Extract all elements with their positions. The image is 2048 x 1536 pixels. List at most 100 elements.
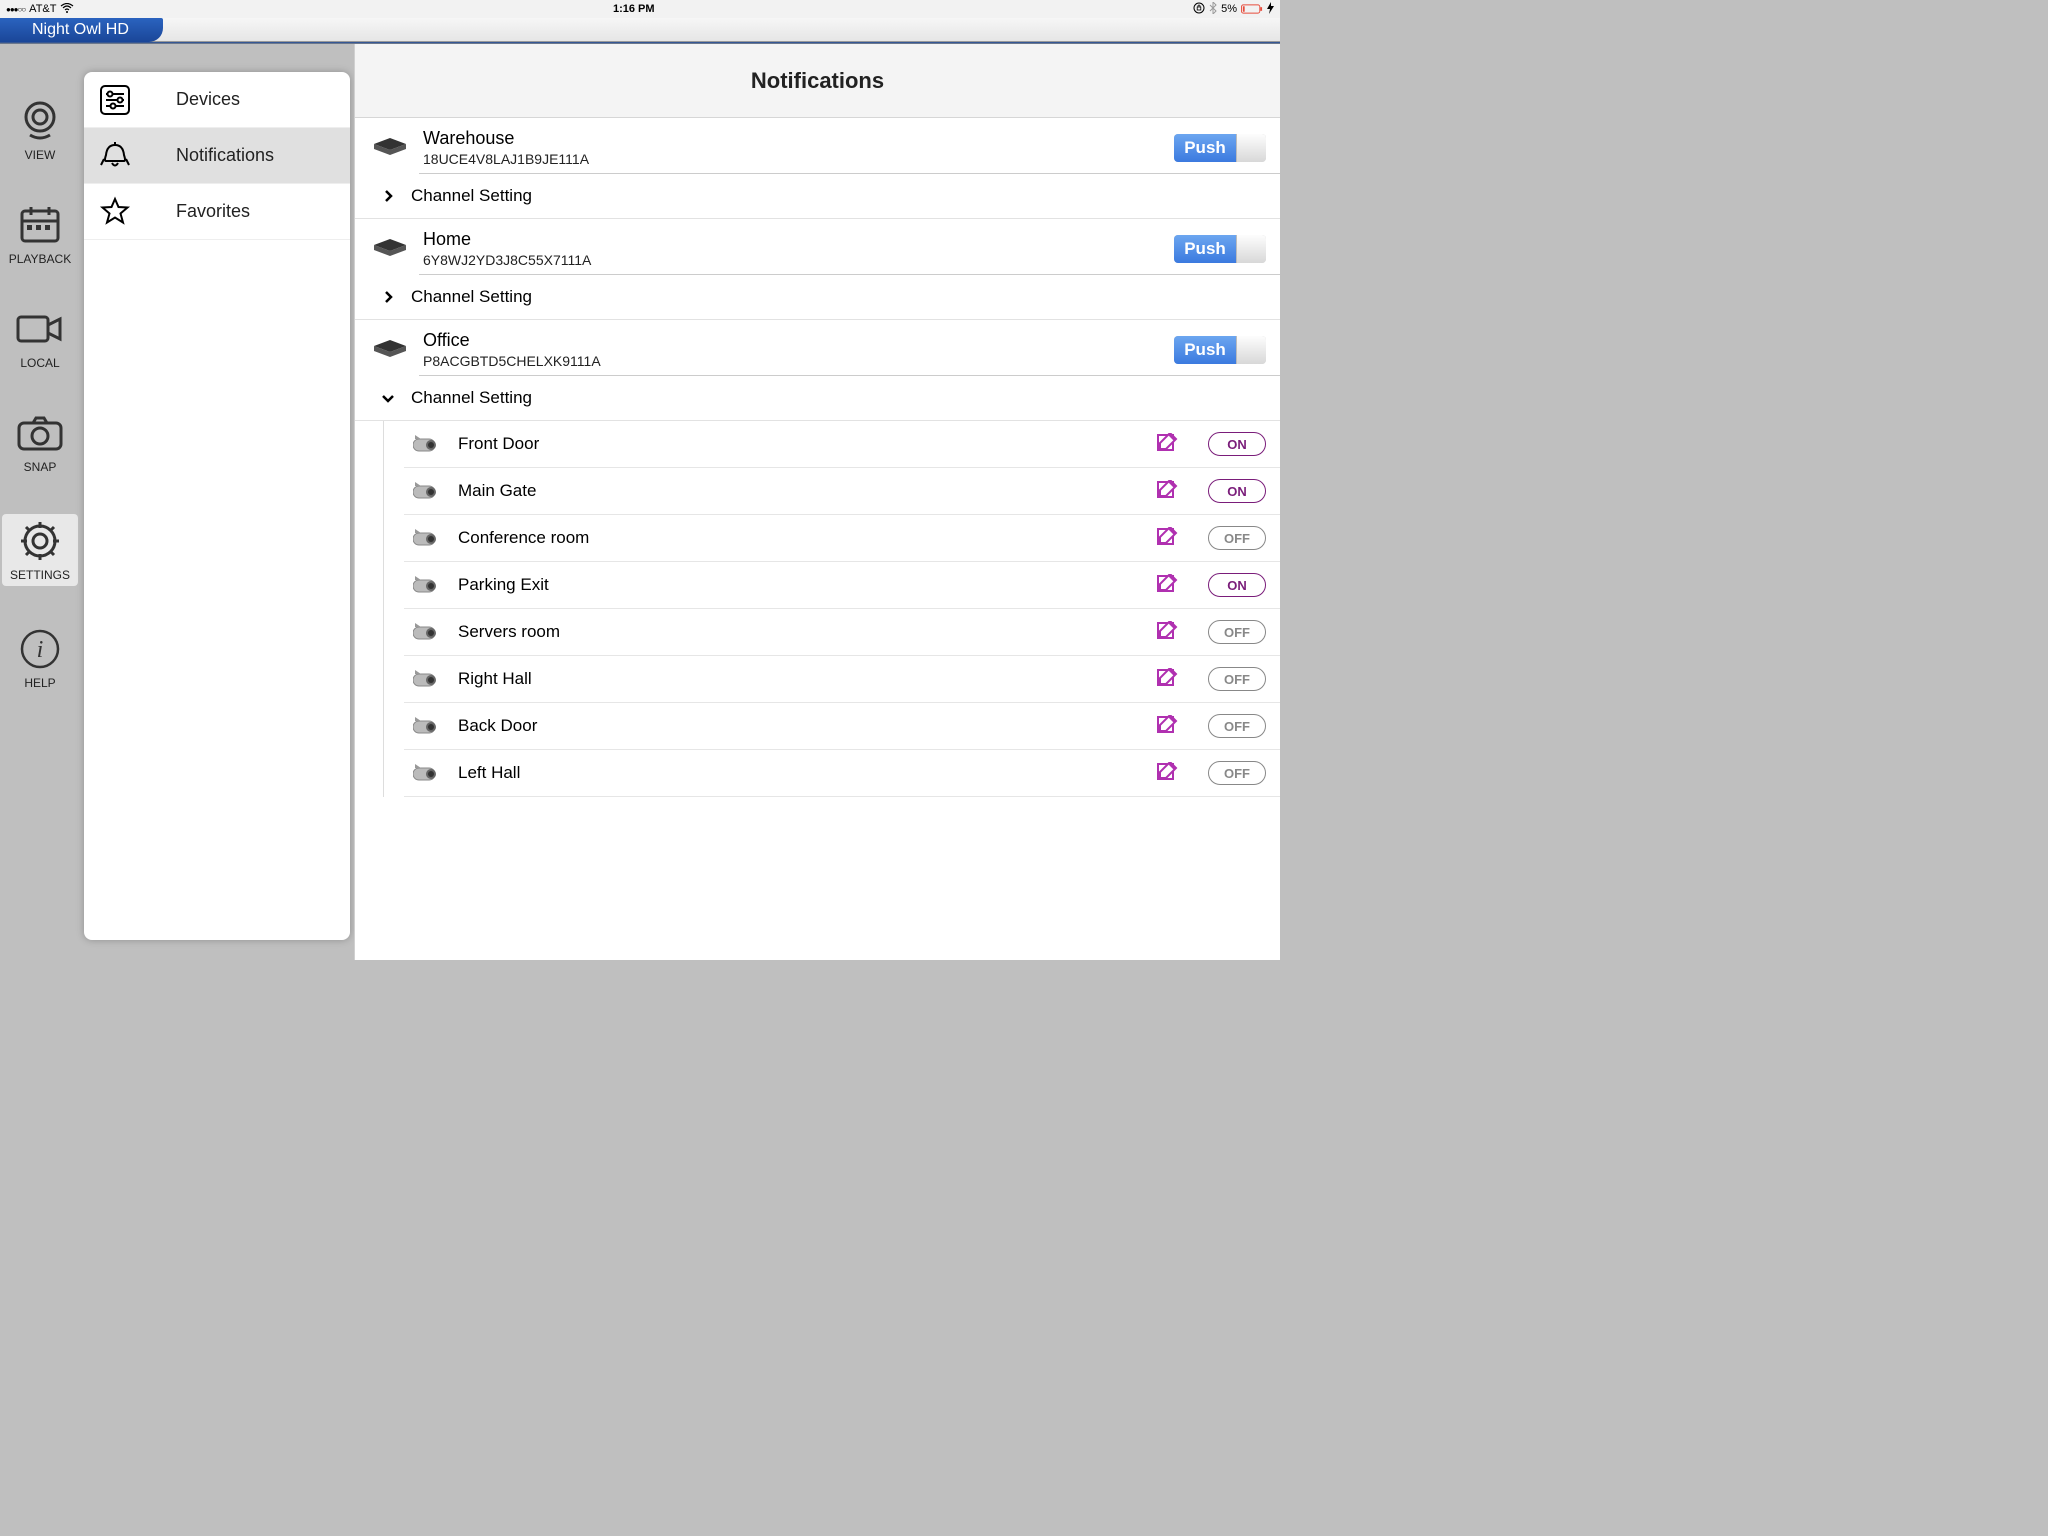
device-id: 6Y8WJ2YD3J8C55X7111A [423, 252, 1174, 268]
channel-state-toggle[interactable]: OFF [1208, 620, 1266, 644]
camera-eye-icon [14, 98, 66, 144]
channel-state-toggle[interactable]: ON [1208, 479, 1266, 503]
edit-button[interactable] [1154, 431, 1180, 457]
camera-icon [412, 479, 446, 503]
edit-button[interactable] [1154, 619, 1180, 645]
edit-button[interactable] [1154, 525, 1180, 551]
camera-icon [412, 526, 446, 550]
channel-setting-label: Channel Setting [411, 388, 532, 408]
nav-label: SETTINGS [10, 568, 70, 582]
channel-row: Front Door ON [404, 421, 1280, 468]
channel-setting-toggle[interactable]: Channel Setting [355, 376, 1280, 421]
app-header: HD Night Owl HD [0, 18, 1280, 42]
edit-button[interactable] [1154, 760, 1180, 786]
charging-icon [1267, 2, 1274, 17]
nav-snap[interactable]: SNAP [2, 410, 78, 474]
channel-row: Conference room OFF [404, 515, 1280, 562]
status-bar: ●●●○○ AT&T 1:16 PM 5% [0, 0, 1280, 18]
nav-playback[interactable]: PLAYBACK [2, 202, 78, 266]
device-row: Office P8ACGBTD5CHELXK9111APush [355, 320, 1280, 375]
wifi-icon [60, 3, 74, 16]
channel-name: Left Hall [458, 763, 1154, 783]
channel-row: Parking Exit ON [404, 562, 1280, 609]
channel-name: Conference room [458, 528, 1154, 548]
content-title: Notifications [355, 44, 1280, 118]
push-toggle[interactable]: Push [1174, 235, 1266, 263]
nav-label: PLAYBACK [9, 252, 71, 266]
channel-name: Main Gate [458, 481, 1154, 501]
app-title: Night Owl HD [0, 18, 163, 42]
device-name: Office [423, 330, 1174, 351]
signal-dots-icon: ●●●○○ [6, 3, 25, 15]
chevron-right-icon [373, 290, 403, 304]
channel-name: Parking Exit [458, 575, 1154, 595]
edit-button[interactable] [1154, 478, 1180, 504]
nav-label: LOCAL [20, 356, 59, 370]
device-name: Home [423, 229, 1174, 250]
nav-label: VIEW [25, 148, 56, 162]
channel-name: Front Door [458, 434, 1154, 454]
star-icon [98, 195, 132, 229]
sidebar-label: Favorites [156, 201, 336, 222]
channel-state-toggle[interactable]: OFF [1208, 526, 1266, 550]
carrier-label: AT&T [29, 3, 56, 15]
channel-state-toggle[interactable]: ON [1208, 432, 1266, 456]
nav-settings[interactable]: SETTINGS [2, 514, 78, 586]
channel-setting-label: Channel Setting [411, 287, 532, 307]
channel-name: Servers room [458, 622, 1154, 642]
nav-label: SNAP [24, 460, 57, 474]
channel-row: Back DoorOFF [404, 703, 1280, 750]
camera-icon [412, 620, 446, 644]
bell-icon [98, 139, 132, 173]
camera-icon [412, 573, 446, 597]
battery-percent: 5% [1221, 3, 1237, 15]
device-id: P8ACGBTD5CHELXK9111A [423, 353, 1174, 369]
sidebar-item-devices[interactable]: Devices [84, 72, 350, 128]
channel-state-toggle[interactable]: OFF [1208, 667, 1266, 691]
clock: 1:16 PM [613, 3, 655, 15]
nav-local[interactable]: LOCAL [2, 306, 78, 370]
sidebar-item-notifications[interactable]: Notifications [84, 128, 350, 184]
device-id: 18UCE4V8LAJ1B9JE111A [423, 151, 1174, 167]
gear-icon [14, 518, 66, 564]
device-row: Warehouse18UCE4V8LAJ1B9JE111APush [355, 118, 1280, 173]
videocam-icon [14, 306, 66, 352]
channel-state-toggle[interactable]: OFF [1208, 714, 1266, 738]
chevron-right-icon [373, 189, 403, 203]
info-icon: i [14, 626, 66, 672]
edit-button[interactable] [1154, 572, 1180, 598]
nav-view[interactable]: VIEW [2, 98, 78, 162]
channel-state-toggle[interactable]: ON [1208, 573, 1266, 597]
camera-icon [412, 761, 446, 785]
camera-icon [412, 714, 446, 738]
push-toggle[interactable]: Push [1174, 134, 1266, 162]
chevron-down-icon [373, 391, 403, 405]
channel-state-toggle[interactable]: OFF [1208, 761, 1266, 785]
sidebar-item-favorites[interactable]: Favorites [84, 184, 350, 240]
device-row: Home 6Y8WJ2YD3J8C55X7111APush [355, 219, 1280, 274]
sidebar-label: Devices [156, 89, 336, 110]
settings-sidebar: Devices Notifications Favorites [84, 72, 350, 940]
svg-text:i: i [37, 637, 44, 663]
battery-icon [1241, 4, 1263, 14]
bluetooth-icon [1209, 2, 1217, 17]
camera-icon [14, 410, 66, 456]
channel-setting-toggle[interactable]: Channel Setting [355, 275, 1280, 320]
sidebar-label: Notifications [156, 145, 336, 166]
channel-setting-toggle[interactable]: Channel Setting [355, 174, 1280, 219]
content-panel: Notifications Warehouse18UCE4V8LAJ1B9JE1… [354, 44, 1280, 960]
rotation-lock-icon [1193, 2, 1205, 17]
nav-help[interactable]: i HELP [2, 626, 78, 690]
channel-row: Right Hall OFF [404, 656, 1280, 703]
sliders-icon [98, 83, 132, 117]
dvr-icon [369, 335, 411, 365]
edit-button[interactable] [1154, 713, 1180, 739]
camera-icon [412, 432, 446, 456]
dvr-icon [369, 234, 411, 264]
edit-button[interactable] [1154, 666, 1180, 692]
channel-name: Right Hall [458, 669, 1154, 689]
camera-icon [412, 667, 446, 691]
push-toggle[interactable]: Push [1174, 336, 1266, 364]
nav-label: HELP [24, 676, 55, 690]
channel-row: Servers room OFF [404, 609, 1280, 656]
